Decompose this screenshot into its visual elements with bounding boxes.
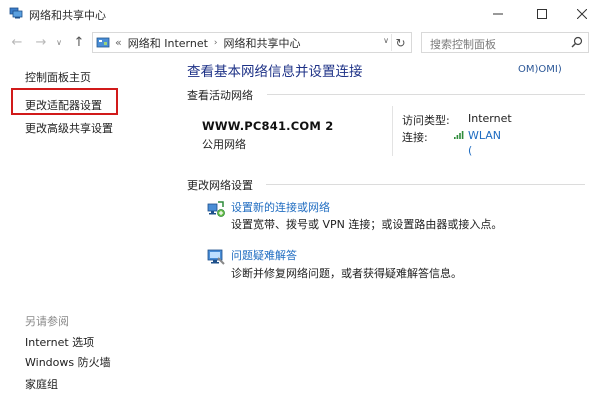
window-title: 网络和共享中心: [29, 9, 106, 22]
breadcrumb-network-center[interactable]: 网络和共享中心: [224, 35, 301, 51]
sidebar-item-windows-firewall[interactable]: Windows 防火墙: [25, 354, 111, 370]
setup-connection-link[interactable]: 设置新的连接或网络: [231, 199, 330, 215]
search-placeholder: 搜索控制面板: [430, 38, 496, 51]
sidebar-item-control-panel-home[interactable]: 控制面板主页: [25, 69, 91, 85]
change-settings-heading: 更改网络设置: [187, 179, 253, 192]
wlan-connection-ssid[interactable]: (: [468, 144, 472, 157]
forward-button[interactable]: →: [32, 33, 50, 51]
troubleshoot-icon: [206, 247, 226, 270]
breadcrumb-overflow[interactable]: «: [115, 36, 122, 49]
breadcrumb-separator[interactable]: ›: [214, 38, 218, 48]
up-button[interactable]: ↑: [70, 33, 88, 51]
access-type-value: Internet: [468, 112, 512, 125]
sidebar-item-homegroup[interactable]: 家庭组: [25, 376, 58, 392]
troubleshoot-description: 诊断并修复网络问题，或者获得疑难解答信息。: [231, 267, 462, 280]
back-button[interactable]: ←: [8, 33, 26, 51]
network-name: WWW.PC841.COM 2: [202, 119, 334, 133]
recent-locations-button[interactable]: ∨: [54, 33, 64, 51]
refresh-icon[interactable]: ↻: [391, 34, 409, 51]
title-bar: 网络和共享中心: [0, 0, 600, 28]
divider: [266, 184, 585, 185]
wlan-connection-link[interactable]: WLAN: [468, 129, 501, 142]
network-center-icon: [9, 7, 23, 19]
access-type-label: 访问类型:: [402, 114, 450, 127]
page-title: 查看基本网络信息并设置连接: [187, 64, 363, 80]
address-bar[interactable]: « 网络和 Internet › 网络和共享中心 ∨ ↻: [92, 32, 412, 53]
wifi-signal-icon: [453, 130, 465, 143]
divider: [267, 94, 585, 95]
search-icon: [571, 36, 583, 51]
see-also-heading: 另请参阅: [25, 315, 69, 328]
user-tag: OM)OMI): [518, 64, 562, 75]
divider: [392, 106, 393, 156]
breadcrumb-network-internet[interactable]: 网络和 Internet: [128, 35, 208, 51]
close-button[interactable]: [562, 0, 600, 28]
network-type: 公用网络: [202, 138, 246, 151]
active-networks-heading: 查看活动网络: [187, 89, 253, 102]
troubleshoot-link[interactable]: 问题疑难解答: [231, 247, 297, 263]
sidebar-item-change-adapter-settings[interactable]: 更改适配器设置: [25, 97, 102, 113]
connections-label: 连接:: [402, 131, 428, 144]
minimize-button[interactable]: [478, 0, 518, 28]
setup-connection-description: 设置宽带、拨号或 VPN 连接；或设置路由器或接入点。: [231, 218, 503, 231]
navigation-bar: ← → ∨ ↑ « 网络和 Internet › 网络和共享中心 ∨ ↻ 搜索控…: [0, 28, 600, 56]
chevron-down-icon[interactable]: ∨: [383, 36, 389, 45]
main-content: 查看基本网络信息并设置连接 OM)OMI) 查看活动网络 WWW.PC841.C…: [168, 56, 600, 405]
sidebar-item-advanced-sharing[interactable]: 更改高级共享设置: [25, 120, 113, 136]
sidebar: 控制面板主页 更改适配器设置 更改高级共享设置 另请参阅 Internet 选项…: [0, 56, 168, 405]
control-panel-icon: [96, 37, 110, 49]
search-input[interactable]: 搜索控制面板: [421, 32, 589, 53]
network-setup-icon: [206, 199, 226, 222]
maximize-button[interactable]: [522, 0, 562, 28]
sidebar-item-internet-options[interactable]: Internet 选项: [25, 334, 94, 350]
